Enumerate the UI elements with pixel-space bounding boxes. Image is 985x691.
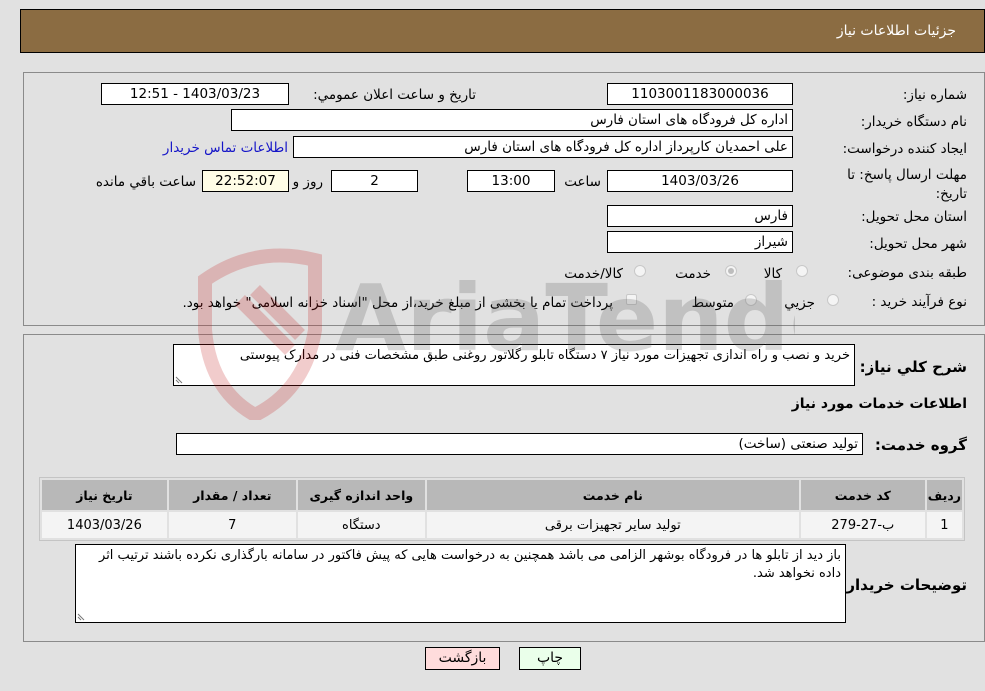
treasury-checkbox[interactable] [626, 294, 637, 305]
delivery-city-label: شهر محل تحویل: [869, 236, 967, 252]
description-label: شرح كلي نياز: [859, 358, 967, 376]
deadline-label: مهلت ارسال پاسخ: تا تاریخ: [847, 167, 967, 202]
process-radio-minor[interactable] [827, 294, 839, 306]
category-option-goods: کالا [763, 266, 782, 282]
col-unit: واحد اندازه گیری [297, 480, 425, 510]
resize-grip-icon[interactable] [77, 611, 87, 621]
buyer-org-label: نام دستگاه خريدار: [860, 114, 967, 130]
deadline-time-label: ساعت [564, 174, 601, 190]
col-service-code: کد خدمت [800, 480, 925, 510]
description-field[interactable]: خرید و نصب و راه اندازی تجهیزات مورد نیا… [173, 344, 855, 386]
category-label: طبقه بندی موضوعی: [847, 265, 967, 281]
delivery-province-field: فارس [607, 205, 793, 227]
services-section-title: اطلاعات خدمات مورد نیاز [791, 396, 967, 412]
service-group-field: تولید صنعتی (ساخت) [176, 433, 863, 455]
services-table: ردیف کد خدمت نام خدمت واحد اندازه گیری ت… [39, 477, 965, 541]
category-radio-goods[interactable] [796, 265, 808, 277]
process-option-medium: متوسط [691, 295, 734, 311]
category-radio-goods-service[interactable] [634, 265, 646, 277]
cell-service-code: ب-27-279 [800, 512, 925, 538]
service-group-label: گروه خدمت: [874, 436, 967, 454]
back-button[interactable]: بازگشت [425, 647, 500, 670]
buyer-notes-field[interactable]: باز دید از تابلو ها در فرودگاه بوشهر الز… [75, 544, 846, 623]
delivery-city-field: شیراز [607, 231, 793, 253]
process-option-minor: جزيي [784, 295, 815, 311]
page-header: جزئیات اطلاعات نیاز [20, 9, 985, 53]
deadline-date-field: 1403/03/26 [607, 170, 793, 192]
buyer-notes-label: توضیحات خریدار: [840, 576, 967, 594]
category-option-service: خدمت [675, 266, 711, 282]
process-radio-medium[interactable] [745, 294, 757, 306]
buyer-notes-text: باز دید از تابلو ها در فرودگاه بوشهر الز… [99, 548, 841, 581]
announce-datetime-field: 1403/03/23 - 12:51 [101, 83, 289, 105]
description-text: خرید و نصب و راه اندازی تجهیزات مورد نیا… [239, 348, 850, 363]
need-number-label: شماره نیاز: [902, 87, 967, 103]
category-radio-service[interactable] [725, 265, 737, 277]
table-header-row: ردیف کد خدمت نام خدمت واحد اندازه گیری ت… [42, 480, 962, 510]
process-type-label: نوع فرآیند خرید : [871, 294, 967, 310]
need-number-field: 1103001183000036 [607, 83, 793, 105]
deadline-time-field: 13:00 [467, 170, 555, 192]
col-need-date: تاریخ نیاز [42, 480, 167, 510]
buyer-org-field: اداره کل فرودگاه های استان فارس [231, 109, 793, 131]
days-remaining-field: 2 [331, 170, 418, 192]
buyer-contact-link[interactable]: اطلاعات تماس خریدار [163, 140, 288, 156]
category-option-goods-service: کالا/خدمت [564, 266, 623, 282]
delivery-province-label: استان محل تحویل: [861, 209, 967, 225]
cell-quantity: 7 [168, 512, 296, 538]
time-remaining-field: 22:52:07 [202, 170, 289, 192]
requester-label: ایجاد کننده درخواست: [842, 141, 967, 157]
col-quantity: تعداد / مقدار [168, 480, 296, 510]
requester-field: علی احمدیان کارپرداز اداره کل فرودگاه ها… [293, 136, 793, 158]
announce-datetime-label: تاریخ و ساعت اعلان عمومي: [313, 87, 476, 103]
treasury-note: پرداخت تمام یا بخشی از مبلغ خرید،از محل … [182, 295, 613, 311]
cell-row-number: 1 [926, 512, 962, 538]
table-row: 1 ب-27-279 تولید سایر تجهیزات برقی دستگا… [42, 512, 962, 538]
cell-need-date: 1403/03/26 [42, 512, 167, 538]
resize-grip-icon[interactable] [175, 374, 185, 384]
days-label: روز و [292, 174, 323, 190]
print-button[interactable]: چاپ [519, 647, 581, 670]
page-title: جزئیات اطلاعات نیاز [836, 23, 956, 39]
col-service-name: نام خدمت [426, 480, 799, 510]
cell-service-name: تولید سایر تجهیزات برقی [426, 512, 799, 538]
time-remaining-label: ساعت باقي مانده [95, 174, 196, 190]
col-row-number: ردیف [926, 480, 962, 510]
cell-unit: دستگاه [297, 512, 425, 538]
